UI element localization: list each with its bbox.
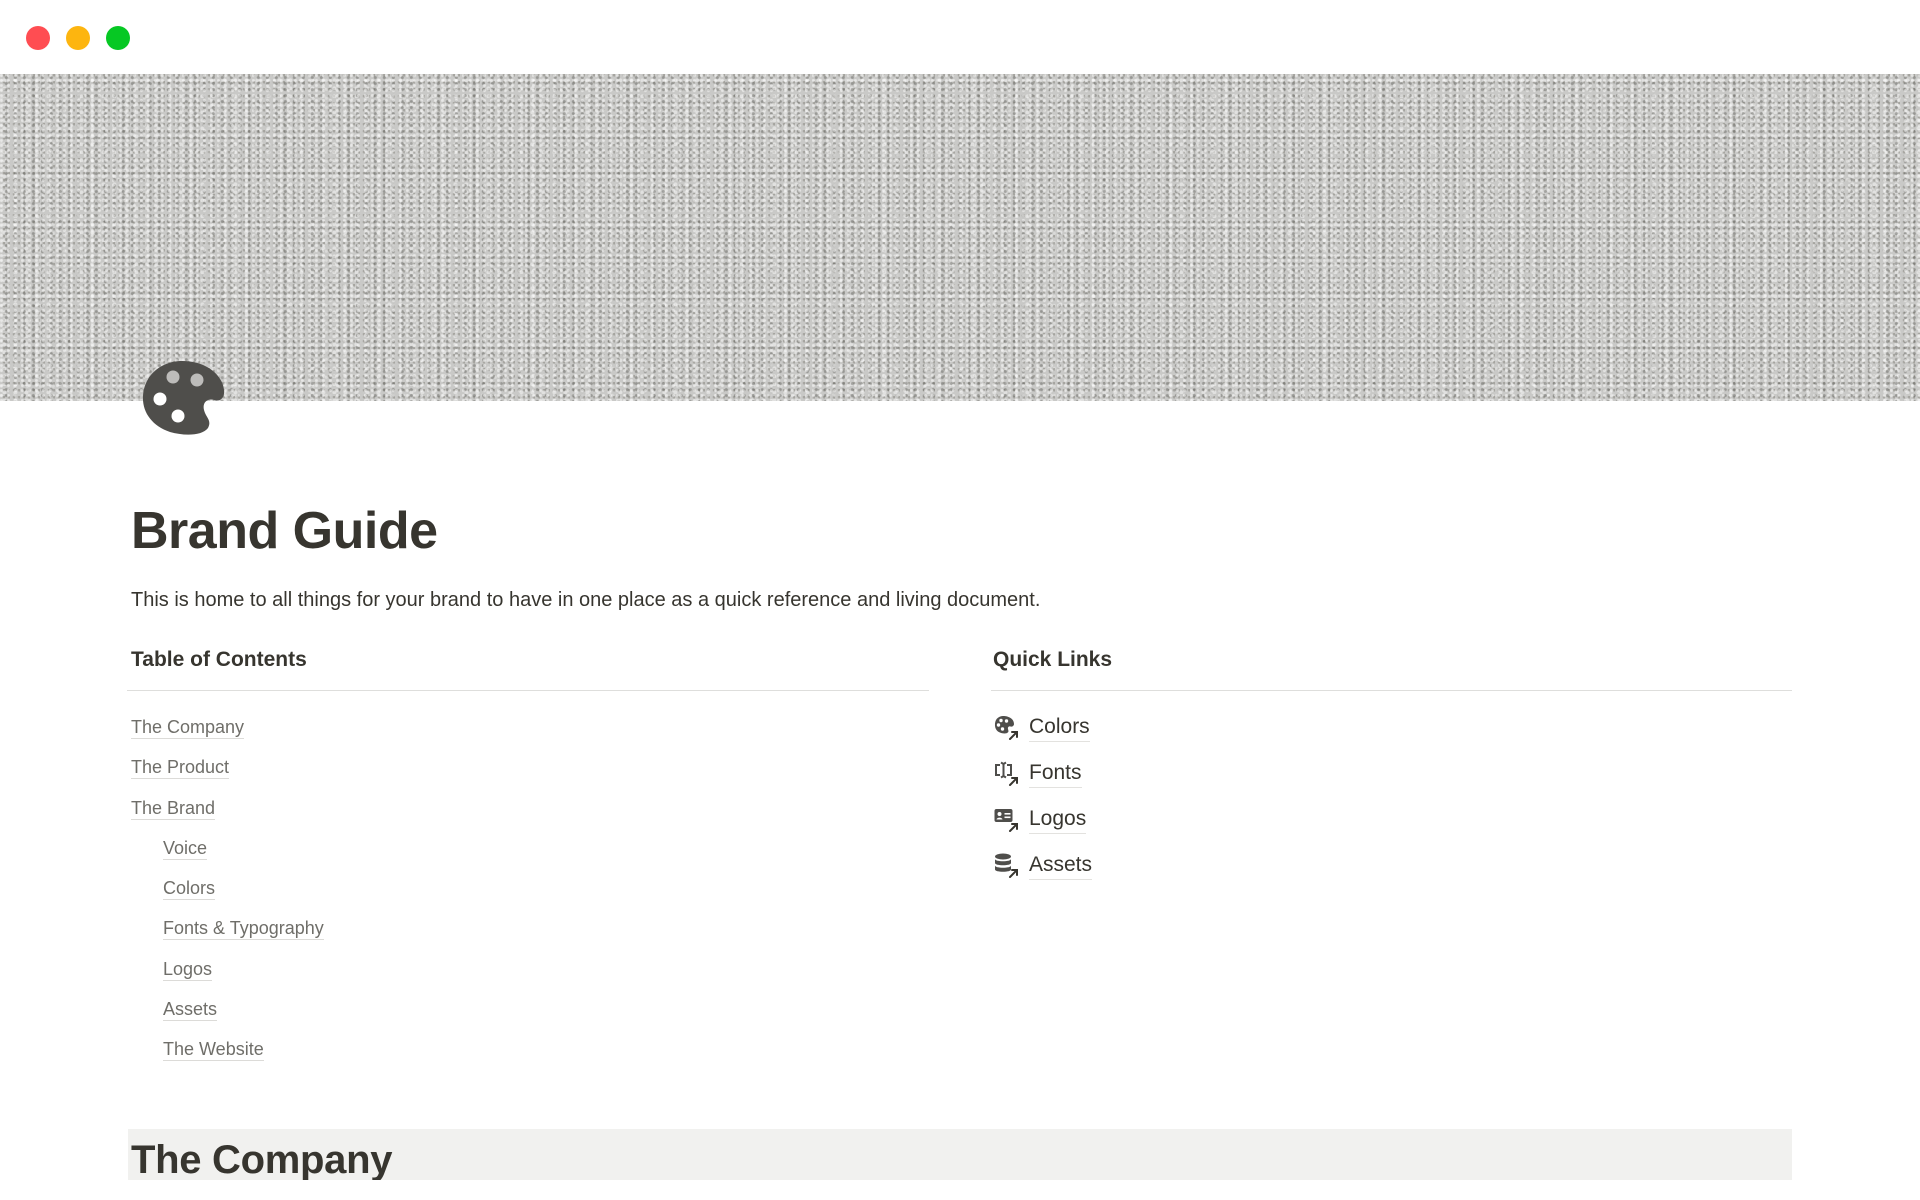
- section-heading-the-company: The Company: [131, 1138, 393, 1180]
- page-cover-image[interactable]: [0, 74, 1920, 401]
- toc-divider: [127, 690, 929, 691]
- toc-link-voice[interactable]: Voice: [163, 837, 208, 860]
- text-cursor-link-icon: [993, 760, 1021, 788]
- quick-link-fonts[interactable]: Fonts: [993, 751, 1092, 797]
- quick-links-heading: Quick Links: [993, 648, 1113, 671]
- toc-item: Colors: [131, 874, 324, 914]
- toc-item: The Brand: [131, 794, 324, 834]
- toc-link-the-product[interactable]: The Product: [131, 757, 230, 780]
- window-close-button[interactable]: [26, 26, 50, 50]
- quick-link-colors[interactable]: Colors: [993, 705, 1092, 751]
- section-heading-block[interactable]: The Company: [128, 1129, 1792, 1180]
- quick-link-assets[interactable]: Assets: [993, 843, 1093, 889]
- toc-item: The Website: [131, 1035, 324, 1075]
- quick-link-logos-label[interactable]: Logos: [1029, 806, 1087, 834]
- toc-item: Voice: [131, 834, 324, 874]
- toc-item: Fonts & Typography: [131, 914, 324, 954]
- id-card-link-icon: [993, 806, 1021, 834]
- page-description[interactable]: This is home to all things for your bran…: [131, 585, 1040, 615]
- toc-link-the-brand[interactable]: The Brand: [131, 797, 216, 820]
- toc-link-the-company[interactable]: The Company: [131, 717, 245, 739]
- quick-links-divider: [991, 690, 1792, 691]
- quick-link-colors-label[interactable]: Colors: [1029, 714, 1090, 742]
- toc-link-fonts-typography[interactable]: Fonts & Typography: [163, 918, 324, 941]
- toc-item: Assets: [131, 995, 324, 1035]
- quick-link-assets-label[interactable]: Assets: [1029, 852, 1093, 880]
- toc-link-colors[interactable]: Colors: [163, 878, 216, 901]
- quick-links: Colors Fonts Logos Assets: [993, 705, 1093, 889]
- palette-icon[interactable]: [140, 358, 226, 436]
- toc-item: The Company: [131, 713, 324, 753]
- toc-link-assets[interactable]: Assets: [163, 999, 218, 1022]
- window-titlebar: [0, 0, 1920, 74]
- quick-link-logos[interactable]: Logos: [993, 797, 1092, 843]
- toc-link-logos[interactable]: Logos: [163, 958, 213, 981]
- toc-heading: Table of Contents: [131, 648, 307, 671]
- quick-link-fonts-label[interactable]: Fonts: [1029, 760, 1082, 788]
- toc-item: The Product: [131, 753, 324, 793]
- toc-link-the-website[interactable]: The Website: [163, 1039, 264, 1062]
- page-title[interactable]: Brand Guide: [131, 500, 438, 562]
- window-maximize-button[interactable]: [106, 26, 130, 50]
- table-of-contents: The Company The Product The Brand Voice …: [131, 713, 324, 1076]
- window-minimize-button[interactable]: [66, 26, 90, 50]
- palette-link-icon: [993, 714, 1021, 742]
- database-link-icon: [993, 852, 1021, 880]
- toc-item: Logos: [131, 955, 324, 995]
